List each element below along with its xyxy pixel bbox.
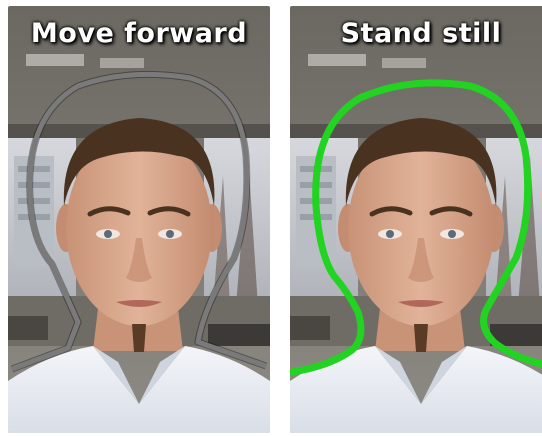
camera-view-move-forward: Move forward	[8, 6, 270, 433]
head-outline-guide	[290, 79, 542, 376]
instruction-label: Move forward	[30, 18, 248, 49]
head-outline-guide	[10, 70, 268, 373]
camera-view-stand-still: Stand still	[290, 6, 542, 433]
instruction-label: Stand still	[340, 18, 502, 49]
